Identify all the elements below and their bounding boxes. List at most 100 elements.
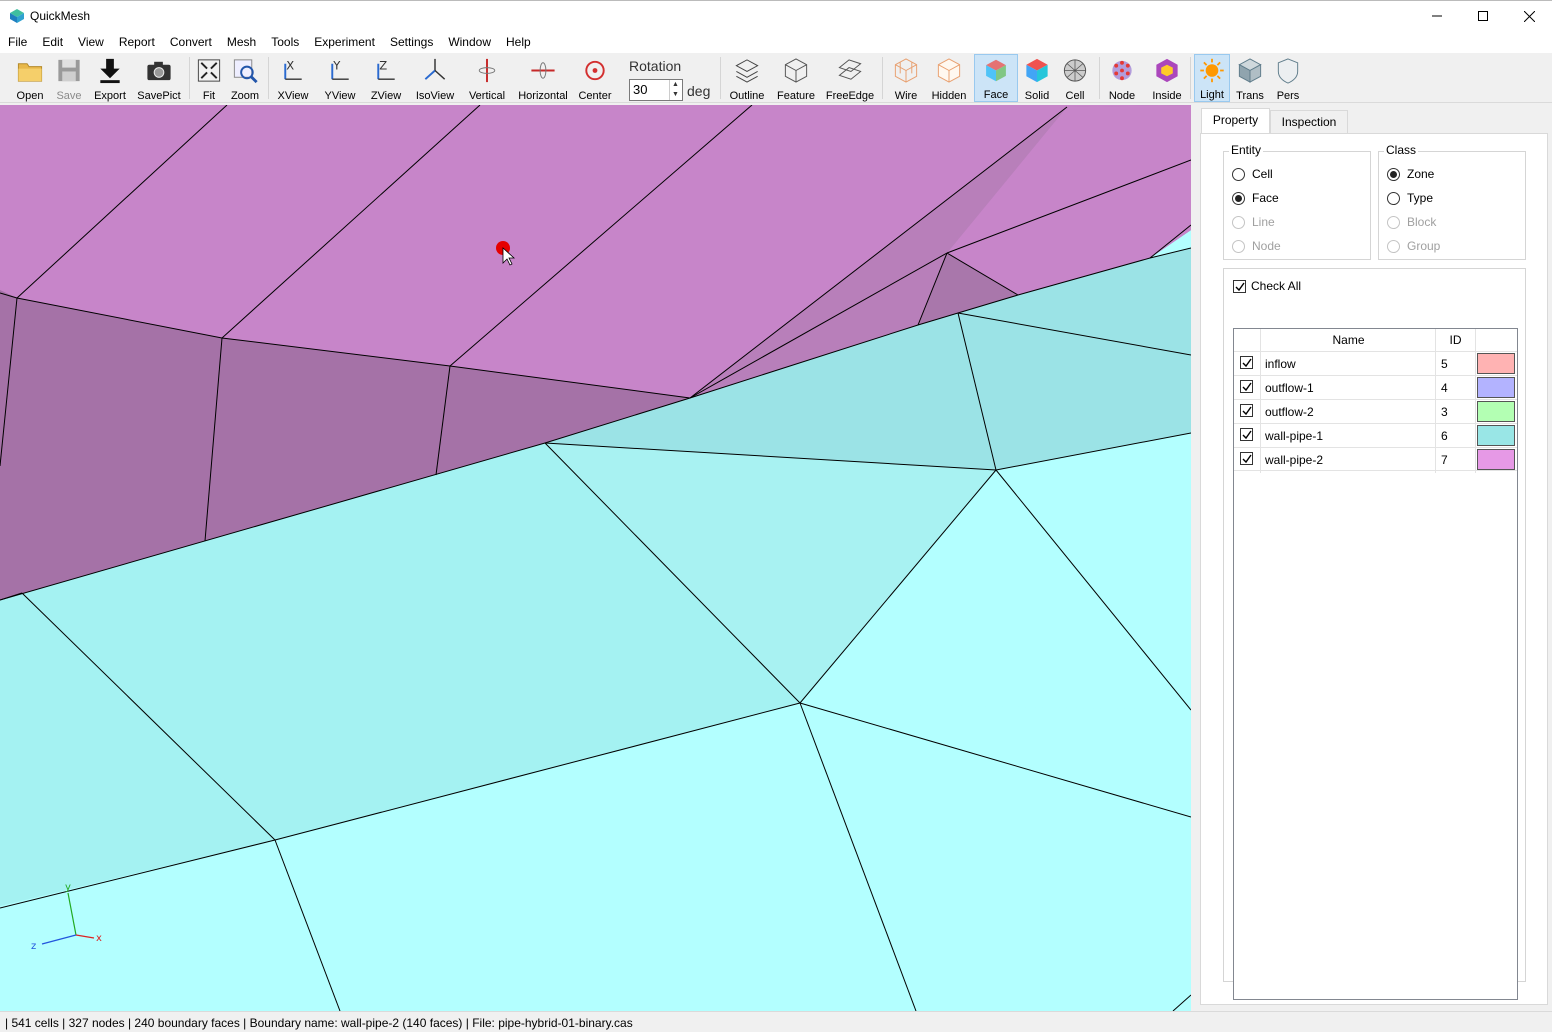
minimize-button[interactable] [1414,1,1460,31]
open-button[interactable]: Open [12,54,48,102]
close-button[interactable] [1506,1,1552,31]
radio-button[interactable] [1232,239,1245,253]
toolbar-separator [1099,57,1100,99]
rotation-label: Rotation [629,58,682,74]
radio-button[interactable] [1387,215,1400,229]
fit-button[interactable]: Fit [194,54,224,102]
entity-radio-face[interactable]: Face [1232,189,1279,207]
zone-color-swatch[interactable] [1477,449,1515,470]
zoom-button[interactable]: Zoom [228,54,262,102]
vertical-button[interactable]: Vertical [466,54,508,102]
svg-text:X: X [286,59,294,73]
zone-color-swatch[interactable] [1477,425,1515,446]
hidden-line-cube-icon [937,58,961,83]
class-radio-block[interactable]: Block [1387,213,1436,231]
grid-header-id[interactable]: ID [1436,329,1475,351]
menu-convert[interactable]: Convert [162,31,219,53]
entity-radio-node[interactable]: Node [1232,237,1281,255]
outline-button[interactable]: Outline [727,54,767,102]
mesh-viewport[interactable]: y x z [0,105,1191,1011]
folder-icon [17,63,43,82]
menu-mesh[interactable]: Mesh [219,31,263,53]
solid-button[interactable]: Solid [1020,54,1054,102]
center-button[interactable]: Center [576,54,614,102]
save-button[interactable]: Save [52,54,86,102]
table-row[interactable]: wall-pipe-2 7 [1234,447,1517,471]
menu-file[interactable]: File [0,31,34,53]
transparent-cube-icon [1238,58,1262,83]
class-radio-zone[interactable]: Zone [1387,165,1434,183]
property-page: Entity Cell Face Line Node Class Zone Ty… [1200,133,1548,1005]
class-radio-type[interactable]: Type [1387,189,1433,207]
row-checkbox[interactable] [1240,376,1253,399]
light-button[interactable]: Light [1194,54,1230,102]
menu-view[interactable]: View [70,31,111,53]
zone-grid[interactable]: Name ID inflow 5 outflow-1 4 outflow-2 3 [1233,328,1518,1000]
row-checkbox[interactable] [1240,424,1253,447]
cell-button[interactable]: Cell [1058,54,1092,102]
radio-button[interactable] [1232,215,1245,229]
tab-inspection[interactable]: Inspection [1270,110,1348,133]
hidden-button[interactable]: Hidden [928,54,970,102]
maximize-icon [1478,11,1488,21]
xview-button[interactable]: X XView [274,54,312,102]
menu-help[interactable]: Help [498,31,538,53]
row-checkbox[interactable] [1240,400,1253,423]
row-checkbox[interactable] [1240,352,1253,375]
radio-button[interactable] [1232,167,1245,181]
properties-panel: Property Inspection Entity Cell Face Lin… [1197,107,1552,1011]
menu-experiment[interactable]: Experiment [306,31,382,53]
iso-view-icon [424,58,446,80]
feature-button[interactable]: Feature [773,54,819,102]
svg-text:Z: Z [379,59,387,73]
radio-button[interactable] [1232,191,1245,205]
radio-button[interactable] [1387,167,1400,181]
check-all-checkbox[interactable]: Check All [1233,279,1301,293]
zone-color-swatch[interactable] [1477,401,1515,422]
table-row[interactable]: outflow-1 4 [1234,375,1517,399]
export-button[interactable]: Export [90,54,130,102]
menu-tools[interactable]: Tools [263,31,306,53]
zview-button[interactable]: Z ZView [366,54,406,102]
trans-button[interactable]: Trans [1232,54,1268,102]
radio-button[interactable] [1387,239,1400,253]
grid-header-name[interactable]: Name [1261,329,1436,351]
tab-property[interactable]: Property [1201,108,1270,134]
rotation-spinbox[interactable]: ▲ ▼ [629,79,683,101]
pers-button[interactable]: Pers [1272,54,1304,102]
menu-report[interactable]: Report [111,31,162,53]
inside-button[interactable]: Inside [1148,54,1186,102]
checkbox[interactable] [1233,279,1246,293]
savepict-button[interactable]: SavePict [136,54,182,102]
free-edge-icon [838,59,862,80]
menu-window[interactable]: Window [440,31,498,53]
freeedge-button[interactable]: FreeEdge [824,54,876,102]
zone-color-swatch[interactable] [1477,377,1515,398]
isoview-button[interactable]: IsoView [412,54,458,102]
maximize-button[interactable] [1460,1,1506,31]
node-button[interactable]: Node [1104,54,1140,102]
face-button[interactable]: Face [974,54,1018,102]
rotation-input[interactable] [633,82,667,97]
table-row[interactable]: inflow 5 [1234,351,1517,375]
zone-color-swatch[interactable] [1477,353,1515,374]
spin-up-icon[interactable]: ▲ [669,80,681,90]
mesh-render: y x z [0,105,1191,1011]
node-points-icon [1112,60,1132,81]
menu-edit[interactable]: Edit [34,31,70,53]
row-checkbox[interactable] [1240,448,1253,471]
entity-radio-line[interactable]: Line [1232,213,1275,231]
spin-down-icon[interactable]: ▼ [669,90,681,100]
yview-button[interactable]: Y YView [320,54,360,102]
class-radio-group[interactable]: Group [1387,237,1440,255]
zone-name: outflow-1 [1265,381,1314,395]
y-axis-view-icon: Y [331,59,349,80]
table-row[interactable]: wall-pipe-1 6 [1234,423,1517,447]
horizontal-button[interactable]: Horizontal [516,54,570,102]
table-row[interactable]: outflow-2 3 [1234,399,1517,423]
entity-radio-cell[interactable]: Cell [1232,165,1273,183]
zone-id: 7 [1441,453,1448,467]
radio-button[interactable] [1387,191,1400,205]
menu-settings[interactable]: Settings [382,31,440,53]
wire-button[interactable]: Wire [888,54,924,102]
